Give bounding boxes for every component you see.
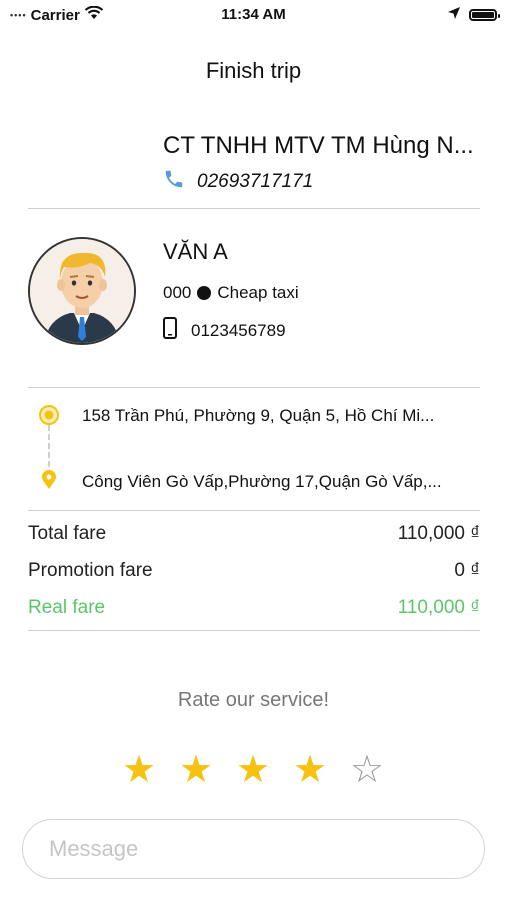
promotion-fare-value: 0 ₫ <box>454 560 480 581</box>
total-fare-row: Total fare 110,000 ₫ <box>28 523 480 545</box>
status-right <box>447 6 500 24</box>
real-fare-label: Real fare <box>28 597 106 618</box>
divider <box>28 387 480 388</box>
real-fare-value: 110,000 ₫ <box>397 597 480 618</box>
star-rating[interactable]: ★ ★ ★ ★ ☆ <box>122 748 384 792</box>
promotion-fare-label: Promotion fare <box>28 560 153 581</box>
total-fare-value: 110,000 ₫ <box>397 523 480 544</box>
driver-phone-number: 0123456789 <box>191 320 286 340</box>
company-name: CT TNHH MTV TM Hùng N... <box>163 132 474 159</box>
star-icon[interactable]: ☆ <box>350 748 384 792</box>
star-icon[interactable]: ★ <box>122 748 156 792</box>
real-fare-row: Real fare 110,000 ₫ <box>28 597 480 619</box>
dropoff-address: Công Viên Gò Vấp,Phường 17,Quận Gò Vấp,.… <box>82 472 442 491</box>
battery-icon <box>469 9 500 21</box>
star-icon[interactable]: ★ <box>293 748 327 792</box>
total-fare-label: Total fare <box>28 523 107 544</box>
divider <box>28 630 480 631</box>
message-input[interactable]: Message <box>22 819 485 879</box>
location-arrow-icon <box>447 6 461 24</box>
mobile-phone-icon <box>163 317 177 344</box>
phone-icon <box>163 168 185 196</box>
page-title: Finish trip <box>205 58 302 83</box>
separator-dot-icon <box>197 286 212 300</box>
divider <box>28 510 480 511</box>
avatar <box>28 237 136 345</box>
driver-name: VĂN A <box>163 239 228 264</box>
status-bar: •••• Carrier 11:34 AM <box>0 0 507 30</box>
pickup-address: 158 Trần Phú, Phường 9, Quận 5, Hồ Chí M… <box>82 406 435 425</box>
rate-prompt: Rate our service! <box>177 689 330 711</box>
message-placeholder: Message <box>49 836 139 861</box>
driver-vehicle: 000 Cheap taxi <box>163 283 299 303</box>
vehicle-type: Cheap taxi <box>217 283 299 302</box>
company-phone-number: 02693717171 <box>197 171 314 192</box>
vehicle-plate: 000 <box>163 283 192 302</box>
star-icon[interactable]: ★ <box>236 748 270 792</box>
divider <box>28 208 480 209</box>
status-time: 11:34 AM <box>221 6 286 23</box>
company-phone-row[interactable]: 02693717171 <box>163 168 313 196</box>
promotion-fare-row: Promotion fare 0 ₫ <box>28 560 480 582</box>
star-icon[interactable]: ★ <box>179 748 213 792</box>
driver-phone-row[interactable]: 0123456789 <box>163 317 286 344</box>
dropoff-location-icon <box>41 470 57 495</box>
route-connector <box>48 425 50 467</box>
